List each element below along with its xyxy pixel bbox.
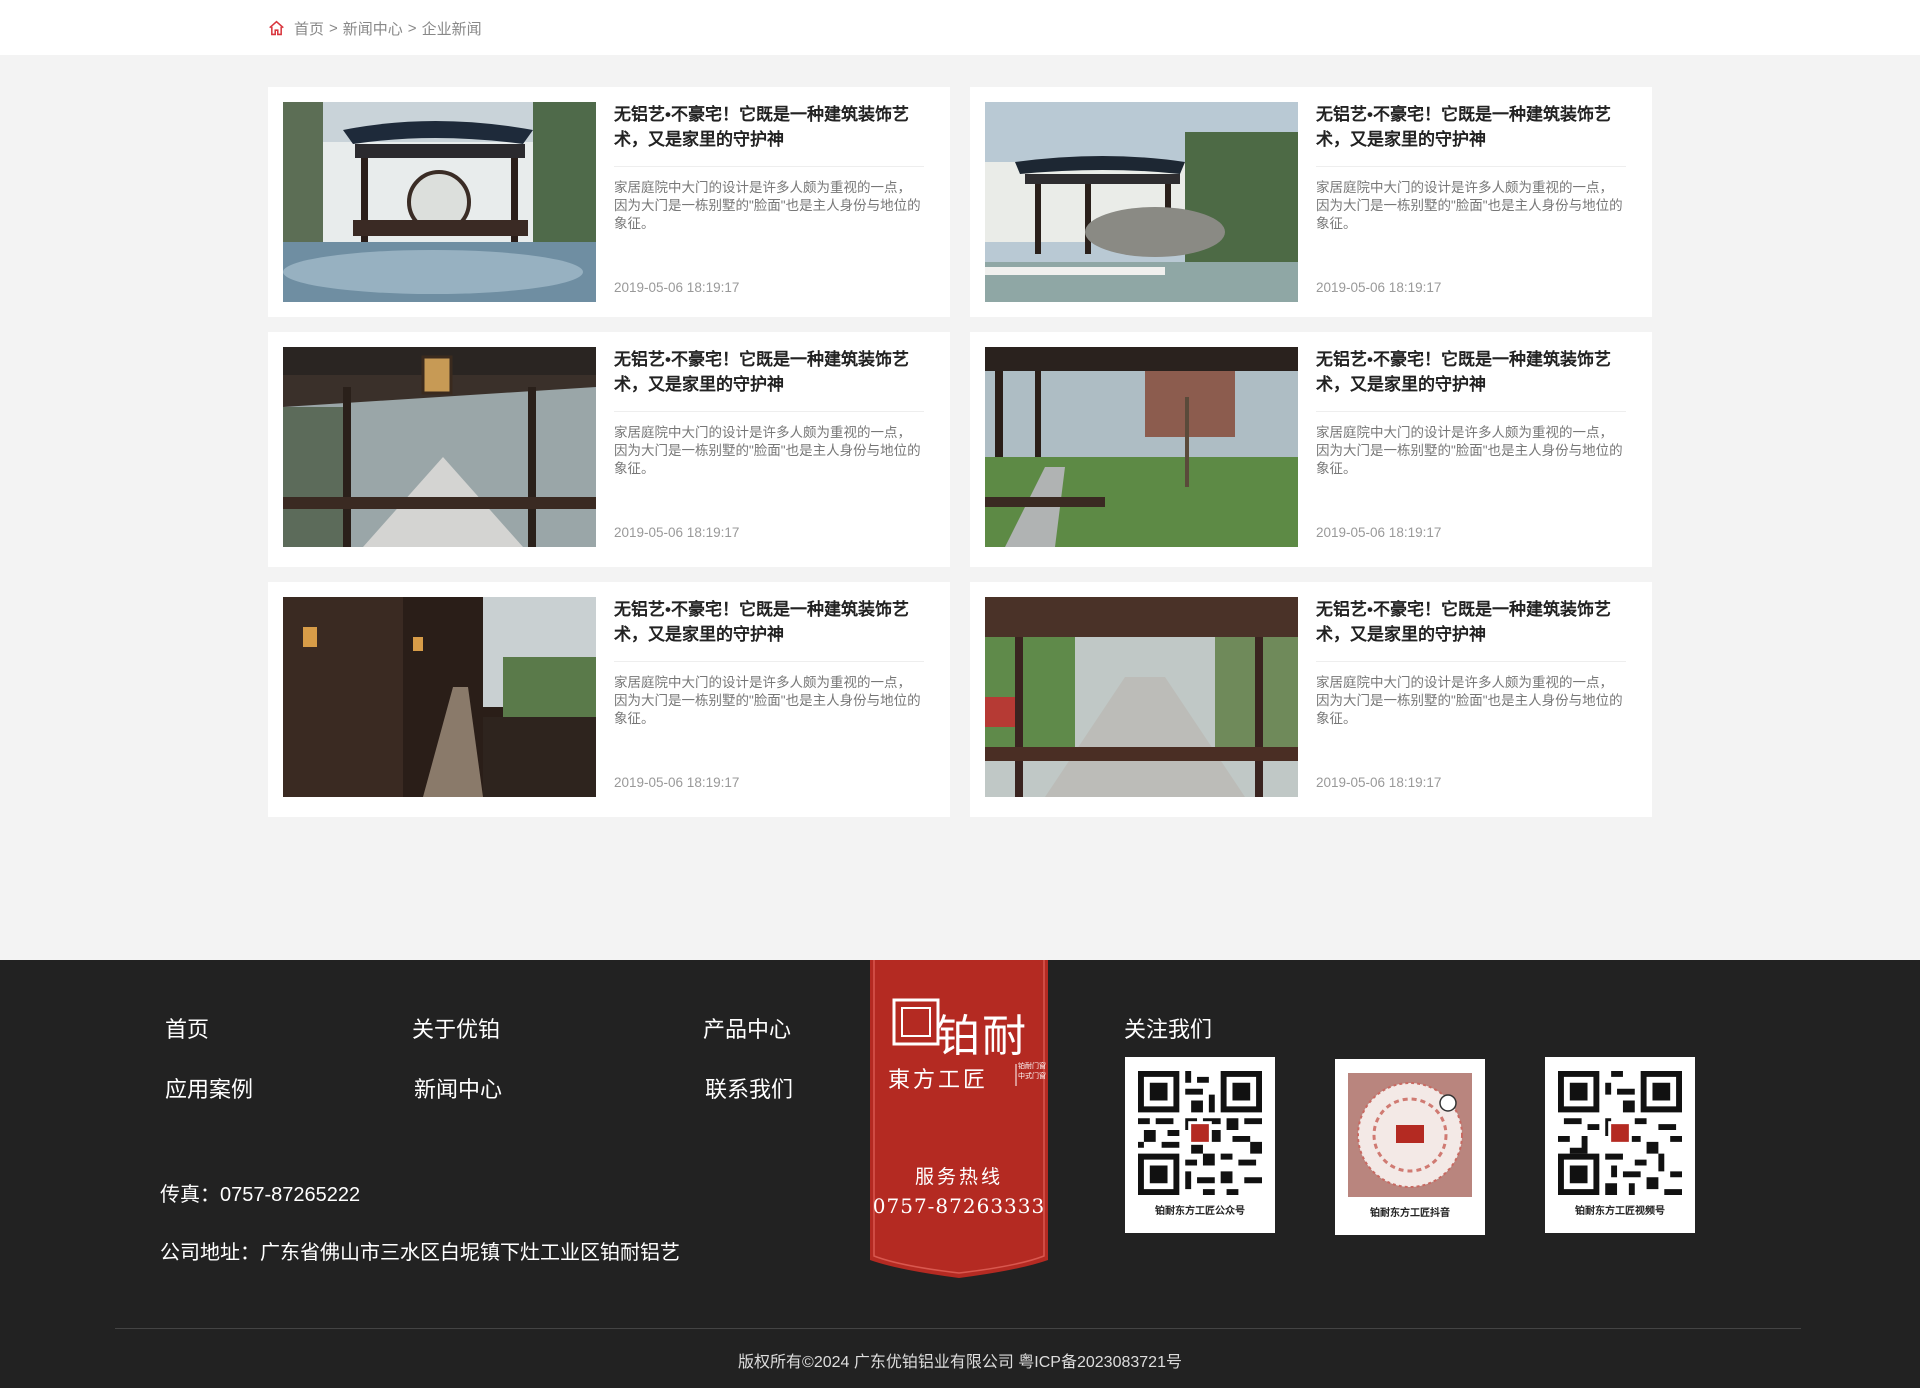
news-thumbnail[interactable]: [283, 102, 596, 302]
douyin-code-icon: [1348, 1073, 1472, 1197]
news-info: 无铝艺•不豪宅！它既是一种建筑装饰艺术，又是家里的守护神 家居庭院中大门的设计是…: [614, 597, 924, 790]
news-title[interactable]: 无铝艺•不豪宅！它既是一种建筑装饰艺术，又是家里的守护神: [1316, 347, 1626, 397]
news-date: 2019-05-06 18:19:17: [614, 525, 740, 540]
news-info: 无铝艺•不豪宅！它既是一种建筑装饰艺术，又是家里的守护神 家居庭院中大门的设计是…: [614, 102, 924, 295]
divider: [1316, 411, 1626, 412]
qr-wechat[interactable]: 铂耐东方工匠公众号: [1125, 1057, 1275, 1233]
news-desc: 家居庭院中大门的设计是许多人颇为重视的一点，因为大门是一栋别墅的"脸面"也是主人…: [1316, 425, 1623, 476]
footer-link-news[interactable]: 新闻中心: [414, 1072, 502, 1104]
news-thumbnail[interactable]: [985, 347, 1298, 547]
divider: [1316, 661, 1626, 662]
news-info: 无铝艺•不豪宅！它既是一种建筑装饰艺术，又是家里的守护神 家居庭院中大门的设计是…: [614, 347, 924, 540]
news-thumbnail[interactable]: [985, 597, 1298, 797]
qr-label: 铂耐东方工匠视频号: [1575, 1206, 1665, 1217]
news-thumbnail[interactable]: [985, 102, 1298, 302]
corridor-lantern-image: [283, 347, 596, 547]
qr-code-icon: [1558, 1071, 1682, 1195]
news-card[interactable]: 无铝艺•不豪宅！它既是一种建筑装饰艺术，又是家里的守护神 家居庭院中大门的设计是…: [268, 582, 950, 817]
breadcrumb: 首页 > 新闻中心 > 企业新闻: [268, 18, 482, 39]
news-info: 无铝艺•不豪宅！它既是一种建筑装饰艺术，又是家里的守护神 家居庭院中大门的设计是…: [1316, 102, 1626, 295]
garden-pavilion-image: [985, 102, 1298, 302]
hotline-number[interactable]: 0757-87263333: [870, 1194, 1048, 1218]
footer-divider: [115, 1328, 1801, 1329]
qr-code-icon: [1138, 1071, 1262, 1195]
breadcrumb-home-link[interactable]: 首页: [294, 18, 324, 39]
breadcrumb-bar: 首页 > 新闻中心 > 企业新闻: [0, 0, 1920, 55]
footer-link-cases[interactable]: 应用案例: [165, 1072, 253, 1104]
pavilion-image: [283, 102, 596, 302]
footer-link-home[interactable]: 首页: [165, 1012, 209, 1044]
footer-link-contact[interactable]: 联系我们: [705, 1072, 793, 1104]
footer-link-products[interactable]: 产品中心: [703, 1012, 791, 1044]
news-title[interactable]: 无铝艺•不豪宅！它既是一种建筑装饰艺术，又是家里的守护神: [1316, 597, 1626, 647]
brand-banner: 铂耐 東方工匠 铂耐门窗 中式门窗 服务热线 0757-87263333: [870, 960, 1048, 1278]
breadcrumb-separator: >: [329, 20, 338, 37]
qr-video[interactable]: 铂耐东方工匠视频号: [1545, 1057, 1695, 1233]
news-card[interactable]: 无铝艺•不豪宅！它既是一种建筑装饰艺术，又是家里的守护神 家居庭院中大门的设计是…: [970, 582, 1652, 817]
qr-douyin[interactable]: 铂耐东方工匠抖音: [1335, 1059, 1485, 1235]
footer-link-about[interactable]: 关于优铂: [412, 1012, 500, 1044]
news-desc: 家居庭院中大门的设计是许多人颇为重视的一点，因为大门是一栋别墅的"脸面"也是主人…: [614, 675, 921, 726]
brand-logo-text: 铂耐: [936, 1011, 1028, 1062]
news-title[interactable]: 无铝艺•不豪宅！它既是一种建筑装饰艺术，又是家里的守护神: [614, 597, 924, 647]
news-info: 无铝艺•不豪宅！它既是一种建筑装饰艺术，又是家里的守护神 家居庭院中大门的设计是…: [1316, 347, 1626, 540]
divider: [1316, 166, 1626, 167]
home-icon: [269, 20, 284, 36]
news-card[interactable]: 无铝艺•不豪宅！它既是一种建筑装饰艺术，又是家里的守护神 家居庭院中大门的设计是…: [268, 332, 950, 567]
divider: [614, 411, 924, 412]
covered-corridor-image: [985, 597, 1298, 797]
news-date: 2019-05-06 18:19:17: [614, 280, 740, 295]
veranda-image: [283, 597, 596, 797]
follow-us-title: 关注我们: [1124, 1017, 1213, 1042]
news-date: 2019-05-06 18:19:17: [614, 775, 740, 790]
news-title[interactable]: 无铝艺•不豪宅！它既是一种建筑装饰艺术，又是家里的守护神: [614, 102, 924, 152]
news-desc: 家居庭院中大门的设计是许多人颇为重视的一点，因为大门是一栋别墅的"脸面"也是主人…: [1316, 180, 1623, 231]
footer-address: 公司地址：广东省佛山市三水区白坭镇下灶工业区铂耐铝艺: [160, 1242, 680, 1264]
hotline-label: 服务热线: [914, 1166, 1003, 1188]
brand-subtitle: 東方工匠: [888, 1068, 989, 1093]
breadcrumb-current[interactable]: 企业新闻: [422, 18, 482, 39]
news-desc: 家居庭院中大门的设计是许多人颇为重视的一点，因为大门是一栋别墅的"脸面"也是主人…: [1316, 675, 1623, 726]
news-card[interactable]: 无铝艺•不豪宅！它既是一种建筑装饰艺术，又是家里的守护神 家居庭院中大门的设计是…: [970, 87, 1652, 317]
news-info: 无铝艺•不豪宅！它既是一种建筑装饰艺术，又是家里的守护神 家居庭院中大门的设计是…: [1316, 597, 1626, 790]
divider: [614, 661, 924, 662]
news-desc: 家居庭院中大门的设计是许多人颇为重视的一点，因为大门是一栋别墅的"脸面"也是主人…: [614, 425, 921, 476]
news-title[interactable]: 无铝艺•不豪宅！它既是一种建筑装饰艺术，又是家里的守护神: [614, 347, 924, 397]
news-thumbnail[interactable]: [283, 597, 596, 797]
news-card[interactable]: 无铝艺•不豪宅！它既是一种建筑装饰艺术，又是家里的守护神 家居庭院中大门的设计是…: [268, 87, 950, 317]
news-date: 2019-05-06 18:19:17: [1316, 280, 1442, 295]
footer-fax: 传真：0757-87265222: [160, 1184, 361, 1206]
brand-tagline: 铂耐门窗 中式门窗: [1018, 1063, 1046, 1080]
news-date: 2019-05-06 18:19:17: [1316, 525, 1442, 540]
news-title[interactable]: 无铝艺•不豪宅！它既是一种建筑装饰艺术，又是家里的守护神: [1316, 102, 1626, 152]
walkway-image: [985, 347, 1298, 547]
qr-label: 铂耐东方工匠公众号: [1155, 1206, 1245, 1217]
copyright: 版权所有©2024 广东优铂铝业有限公司 粤ICP备2023083721号: [738, 1354, 1182, 1371]
divider: [614, 166, 924, 167]
news-thumbnail[interactable]: [283, 347, 596, 547]
news-date: 2019-05-06 18:19:17: [1316, 775, 1442, 790]
qr-label: 铂耐东方工匠抖音: [1370, 1208, 1450, 1219]
news-desc: 家居庭院中大门的设计是许多人颇为重视的一点，因为大门是一栋别墅的"脸面"也是主人…: [614, 180, 921, 231]
news-card[interactable]: 无铝艺•不豪宅！它既是一种建筑装饰艺术，又是家里的守护神 家居庭院中大门的设计是…: [970, 332, 1652, 567]
breadcrumb-news-link[interactable]: 新闻中心: [343, 18, 403, 39]
breadcrumb-separator: >: [407, 20, 417, 37]
